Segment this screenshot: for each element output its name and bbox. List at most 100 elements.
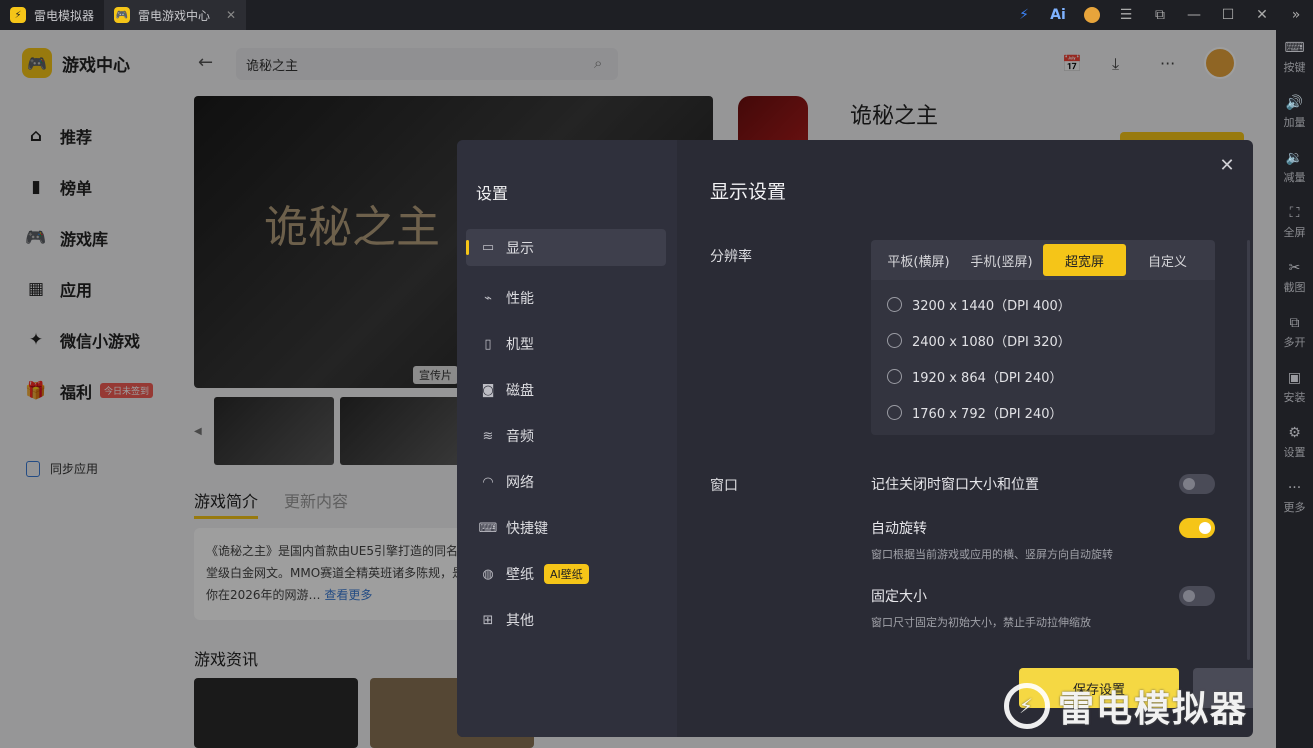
tab-game-center[interactable]: 🎮 雷电游戏中心 ✕ — [104, 0, 247, 30]
settings-item-shortcuts[interactable]: ⌨ 快捷键 — [466, 505, 666, 551]
menu-label: 壁纸 — [506, 567, 534, 583]
phone-icon: ▯ — [484, 336, 492, 352]
segment-ultrawide[interactable]: 超宽屏 — [1043, 244, 1126, 276]
wifi-icon: ◠ — [482, 474, 494, 490]
volume-up-icon: 🔊 — [1285, 95, 1304, 111]
watermark: ⚡ 雷电模拟器 — [1004, 680, 1248, 732]
audio-icon: ≋ — [482, 428, 494, 444]
title-bar: ⚡ 雷电模拟器 🎮 雷电游戏中心 ✕ ⚡ Ai ☰ ⧉ — ☐ ✕ » — [0, 0, 1313, 30]
menu-label: 磁盘 — [506, 383, 534, 399]
gear-icon: ⚙ — [1288, 425, 1301, 441]
settings-item-network[interactable]: ◠ 网络 — [466, 459, 666, 505]
setting-title: 记住关闭时窗口大小和位置 — [871, 477, 1039, 493]
restore-icon[interactable]: ⧉ — [1143, 0, 1177, 30]
menu-icon[interactable]: ☰ — [1109, 0, 1143, 30]
toolbar-screenshot[interactable]: ✂ 截图 — [1276, 250, 1313, 305]
disk-icon: ◙ — [481, 382, 495, 398]
segment-phone[interactable]: 手机(竖屏) — [960, 244, 1043, 276]
resolution-option[interactable]: 1760 x 792（DPI 240） — [871, 394, 1215, 430]
toolbar-fullscreen[interactable]: ⛶ 全屏 — [1276, 195, 1313, 250]
menu-label: 音频 — [506, 429, 534, 445]
close-tab-icon[interactable]: ✕ — [226, 8, 236, 22]
setting-auto-rotate: 自动旋转 窗口根据当前游戏或应用的横、竖屏方向自动旋转 — [871, 518, 1215, 562]
palette-icon: ◍ — [482, 566, 494, 582]
toolbar-label: 加量 — [1283, 116, 1306, 129]
close-window-icon[interactable]: ✕ — [1245, 0, 1279, 30]
toolbar-label: 减量 — [1283, 171, 1306, 184]
lightning-icon[interactable]: ⚡ — [1007, 0, 1041, 30]
settings-sidebar: 设置 ▭ 显示 ⌁ 性能 ▯ 机型 ◙ 磁盘 ≋ 音频 ◠ 网络 ⌨ 快捷键 ◍ 壁纸 AI壁纸 … — [457, 140, 677, 737]
settings-item-model[interactable]: ▯ 机型 — [466, 321, 666, 367]
menu-label: 性能 — [506, 291, 534, 307]
settings-title: 设置 — [476, 184, 509, 203]
ldplayer-watermark-icon: ⚡ — [1004, 683, 1050, 729]
panel-title: 显示设置 — [710, 181, 787, 203]
segment-custom[interactable]: 自定义 — [1126, 244, 1209, 276]
settings-item-audio[interactable]: ≋ 音频 — [466, 413, 666, 459]
ldplayer-logo-icon: ⚡ — [10, 7, 26, 23]
toolbar-label: 截图 — [1283, 281, 1306, 294]
scrollbar[interactable] — [1247, 240, 1250, 660]
setting-remember-window: 记住关闭时窗口大小和位置 — [871, 474, 1215, 494]
segment-tablet[interactable]: 平板(横屏) — [877, 244, 960, 276]
ai-wallpaper-badge: AI壁纸 — [544, 564, 589, 584]
scissors-icon: ✂ — [1288, 260, 1301, 276]
settings-dialog: 设置 ▭ 显示 ⌁ 性能 ▯ 机型 ◙ 磁盘 ≋ 音频 ◠ 网络 ⌨ 快捷键 ◍ 壁纸 AI壁纸 … — [457, 140, 1253, 737]
setting-title: 固定大小 — [871, 589, 927, 605]
toolbar-label: 更多 — [1283, 501, 1306, 514]
ai-icon[interactable]: Ai — [1041, 0, 1075, 30]
monitor-icon: ▭ — [481, 240, 495, 255]
radio-button[interactable] — [887, 332, 902, 348]
remember-window-toggle[interactable] — [1179, 474, 1215, 494]
settings-item-other[interactable]: ⊞ 其他 — [466, 597, 666, 643]
menu-label: 快捷键 — [506, 521, 548, 537]
tab-ldplayer[interactable]: ⚡ 雷电模拟器 — [0, 0, 104, 30]
tab-label: 雷电游戏中心 — [138, 8, 211, 23]
multi-instance-icon: ⧉ — [1289, 315, 1300, 331]
settings-menu: ▭ 显示 ⌁ 性能 ▯ 机型 ◙ 磁盘 ≋ 音频 ◠ 网络 ⌨ 快捷键 ◍ 壁纸 AI壁纸 ⊞ 其他 — [466, 229, 666, 643]
auto-rotate-toggle[interactable] — [1179, 518, 1215, 538]
toolbar-multi[interactable]: ⧉ 多开 — [1276, 305, 1313, 360]
gamepad-logo-icon: 🎮 — [114, 7, 131, 23]
radio-button[interactable] — [887, 296, 902, 312]
settings-item-disk[interactable]: ◙ 磁盘 — [466, 367, 666, 413]
settings-item-wallpaper[interactable]: ◍ 壁纸 AI壁纸 — [466, 551, 666, 597]
menu-label: 显示 — [506, 240, 534, 257]
toolbar-keymap[interactable]: ⌨ 按键 — [1276, 30, 1313, 85]
setting-fixed-size: 固定大小 窗口尺寸固定为初始大小，禁止手动拉伸缩放 — [871, 586, 1215, 630]
minimize-icon[interactable]: — — [1177, 0, 1211, 30]
maximize-icon[interactable]: ☐ — [1211, 0, 1245, 30]
avatar-small-icon[interactable] — [1075, 0, 1109, 30]
resolution-option[interactable]: 3200 x 1440（DPI 400） — [871, 286, 1215, 322]
menu-label: 其他 — [506, 613, 534, 629]
keyboard-icon: ⌨ — [478, 520, 498, 536]
toolbar-install[interactable]: ▣ 安装 — [1276, 360, 1313, 415]
toolbar-volume-up[interactable]: 🔊 加量 — [1276, 85, 1313, 140]
watermark-text: 雷电模拟器 — [1058, 689, 1249, 730]
radio-button[interactable] — [887, 368, 902, 384]
fullscreen-icon: ⛶ — [1289, 205, 1300, 221]
option-label: 2400 x 1080（DPI 320） — [912, 334, 1071, 350]
setting-hint: 窗口尺寸固定为初始大小，禁止手动拉伸缩放 — [871, 616, 1091, 629]
more-icon: ··· — [1287, 480, 1302, 496]
fixed-size-toggle[interactable] — [1179, 586, 1215, 606]
window-label: 窗口 — [710, 478, 738, 494]
settings-item-display[interactable]: ▭ 显示 — [466, 229, 666, 266]
toolbar-label: 全屏 — [1283, 226, 1306, 239]
collapse-icon[interactable]: » — [1279, 0, 1313, 30]
toolbar-volume-down[interactable]: 🔉 减量 — [1276, 140, 1313, 195]
resolution-option[interactable]: 1920 x 864（DPI 240） — [871, 358, 1215, 394]
toolbar-settings[interactable]: ⚙ 设置 — [1276, 415, 1313, 470]
option-label: 1760 x 792（DPI 240） — [912, 406, 1063, 422]
menu-label: 网络 — [506, 475, 534, 491]
resolution-label: 分辨率 — [710, 249, 752, 265]
option-label: 1920 x 864（DPI 240） — [912, 370, 1063, 386]
performance-icon: ⌁ — [484, 290, 492, 306]
toolbar-more[interactable]: ··· 更多 — [1276, 470, 1313, 525]
apk-install-icon: ▣ — [1287, 370, 1302, 386]
resolution-option[interactable]: 2400 x 1080（DPI 320） — [871, 322, 1215, 358]
radio-button[interactable] — [887, 404, 902, 420]
setting-title: 自动旋转 — [871, 521, 927, 537]
settings-item-performance[interactable]: ⌁ 性能 — [466, 275, 666, 321]
close-icon[interactable]: ✕ — [1215, 153, 1239, 177]
